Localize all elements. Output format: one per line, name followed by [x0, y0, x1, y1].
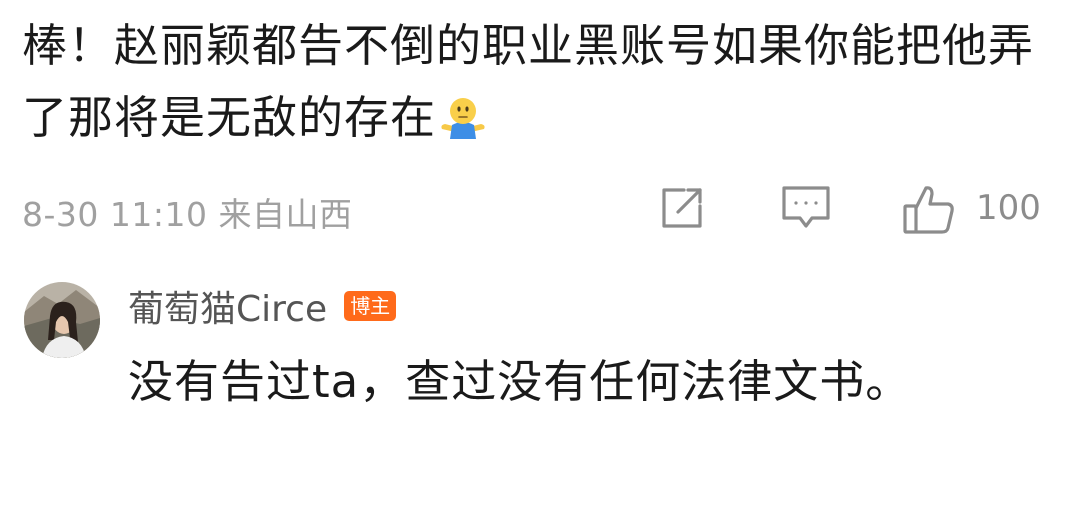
comment-bubble-icon [780, 184, 832, 232]
share-button[interactable] [658, 184, 706, 234]
comment-timestamp: 8-30 11:10 来自山西 [22, 188, 353, 236]
shrug-emoji-icon [438, 88, 488, 139]
comment-text: 棒！赵丽颖都告不倒的职业黑账号如果你能把他弄了那将是无敌的存在 [22, 19, 1035, 144]
like-button[interactable]: 100 [902, 184, 1042, 234]
share-icon [658, 184, 706, 232]
comment-body: 棒！赵丽颖都告不倒的职业黑账号如果你能把他弄了那将是无敌的存在 [22, 10, 1042, 154]
avatar[interactable] [24, 282, 100, 358]
author-badge: 博主 [344, 291, 397, 321]
comment-thread: 棒！赵丽颖都告不倒的职业黑账号如果你能把他弄了那将是无敌的存在 8-30 11:… [0, 0, 1078, 518]
comment-time: 8-30 11:10 [22, 195, 208, 234]
comment-meta: 8-30 11:10 来自山西 100 [22, 180, 1052, 240]
like-count: 100 [976, 188, 1041, 228]
reply-author-name[interactable]: 葡萄猫Circe [128, 280, 327, 332]
reply-body: 没有告过ta，查过没有任何法律文书。 [128, 355, 912, 408]
comment-location: 来自山西 [218, 195, 353, 234]
reply-button[interactable] [780, 184, 832, 234]
reply-header: 葡萄猫Circe 博主 [128, 280, 397, 332]
